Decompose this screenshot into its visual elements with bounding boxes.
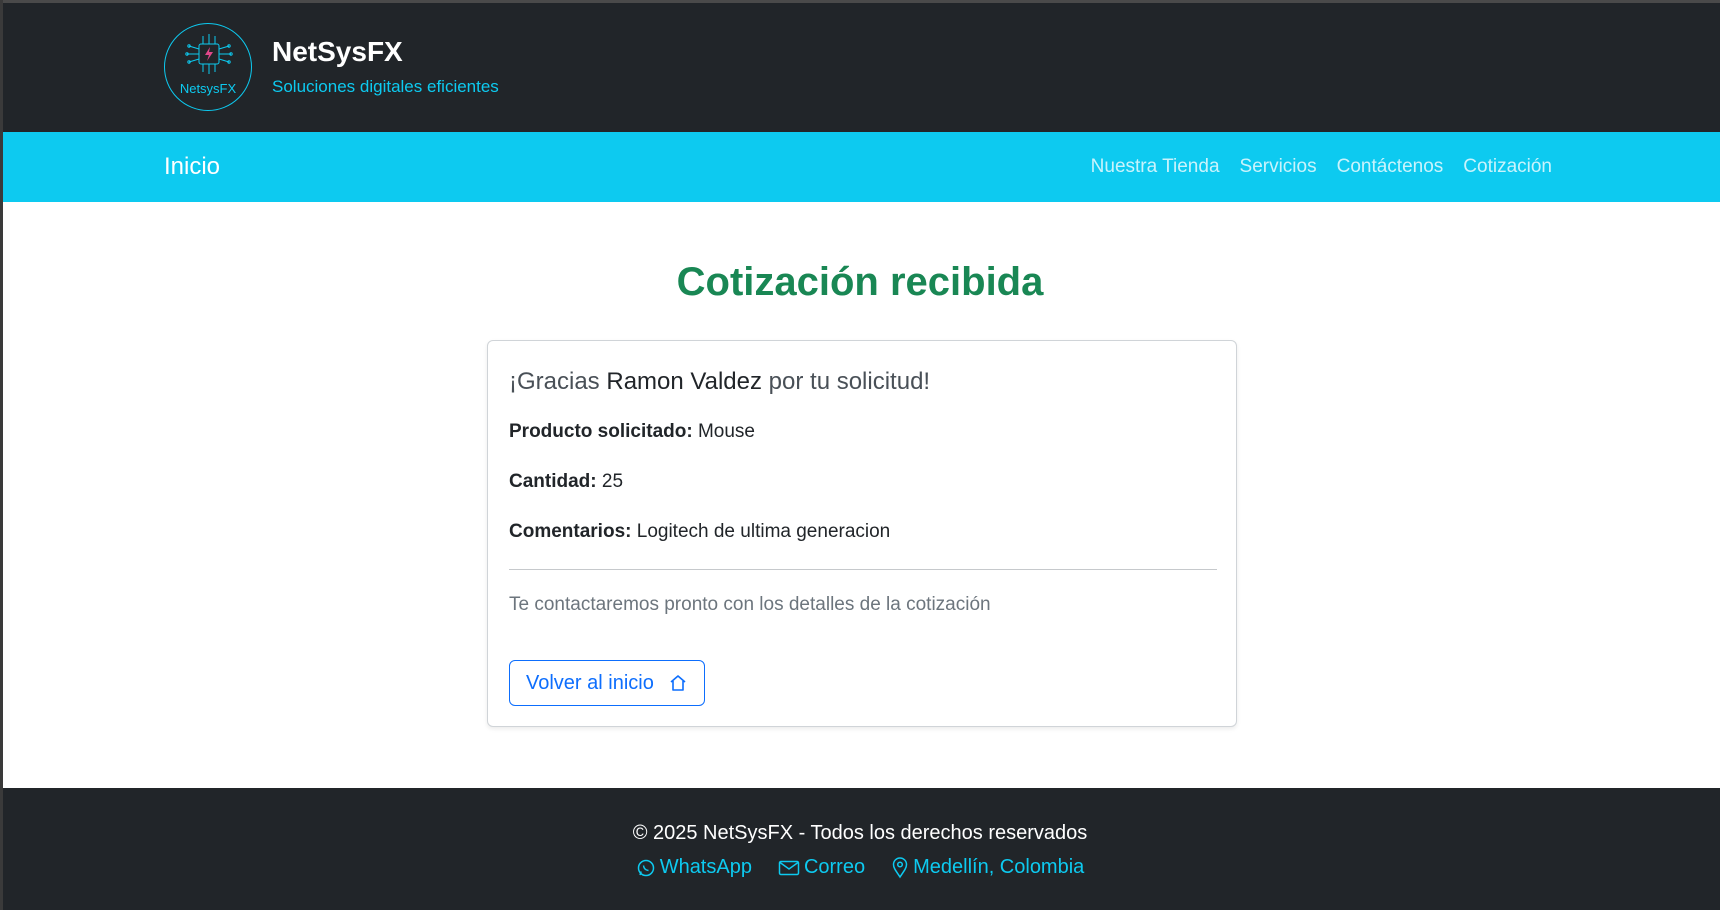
house-icon xyxy=(670,675,686,691)
back-home-label: Volver al inicio xyxy=(526,671,654,694)
comments-value: Logitech de ultima generacion xyxy=(636,521,891,542)
copyright-text: © 2025 NetSysFX - Todos los derechos res… xyxy=(632,822,1088,844)
footer-links: WhatsApp Correo Medellín, Colombia xyxy=(0,856,1720,879)
whatsapp-label: WhatsApp xyxy=(659,856,752,878)
brand-tagline: Soluciones digitales eficientes xyxy=(272,77,499,96)
quantity-value: 25 xyxy=(601,471,624,492)
main-navbar: Inicio Nuestra Tienda Servicios Contácte… xyxy=(0,132,1720,202)
back-home-button[interactable]: Volver al inicio xyxy=(509,660,705,706)
window-frame-left xyxy=(0,0,3,910)
quote-card: ¡Gracias Ramon Valdez por tu solicitud! … xyxy=(487,340,1237,727)
whatsapp-icon xyxy=(637,859,654,876)
whatsapp-link[interactable]: WhatsApp xyxy=(636,856,752,879)
nav-link-cotizacion[interactable]: Cotización xyxy=(1463,156,1552,178)
product-value: Mouse xyxy=(697,421,755,442)
site-footer: © 2025 NetSysFX - Todos los derechos res… xyxy=(0,788,1720,910)
greeting-prefix: ¡Gracias xyxy=(509,368,600,395)
logo-text: NetsysFX xyxy=(179,81,237,96)
nav-link-contactenos[interactable]: Contáctenos xyxy=(1337,156,1444,178)
customer-name: Ramon Valdez xyxy=(606,368,762,395)
email-label: Correo xyxy=(803,856,866,878)
location-link[interactable]: Medellín, Colombia xyxy=(891,856,1084,879)
nav-links: Nuestra Tienda Servicios Contáctenos Cot… xyxy=(1091,156,1552,178)
quantity-label: Cantidad: xyxy=(509,471,597,492)
envelope-icon xyxy=(778,860,800,875)
window-frame-top xyxy=(0,0,1720,3)
nav-link-tienda[interactable]: Nuestra Tienda xyxy=(1091,156,1220,178)
email-link[interactable]: Correo xyxy=(778,856,865,879)
comments-label: Comentarios: xyxy=(509,521,632,542)
contact-note: Te contactaremos pronto con los detalles… xyxy=(509,594,991,615)
product-label: Producto solicitado: xyxy=(509,421,693,442)
product-row: Producto solicitado: Mouse xyxy=(509,421,755,443)
greeting: ¡Gracias Ramon Valdez por tu solicitud! xyxy=(509,368,930,396)
comments-row: Comentarios: Logitech de ultima generaci… xyxy=(509,521,890,543)
location-label: Medellín, Colombia xyxy=(913,856,1085,878)
nav-link-servicios[interactable]: Servicios xyxy=(1240,156,1317,178)
map-pin-icon xyxy=(892,856,908,878)
nav-home-link[interactable]: Inicio xyxy=(164,153,220,181)
card-divider xyxy=(509,569,1217,570)
brand-title: NetSysFX xyxy=(272,36,403,67)
chip-icon xyxy=(185,34,233,74)
page-title: Cotización recibida xyxy=(676,260,1044,304)
site-header: NetsysFX NetSysFX Soluciones digitales e… xyxy=(0,0,1720,132)
greeting-suffix: por tu solicitud! xyxy=(768,368,931,395)
quantity-row: Cantidad: 25 xyxy=(509,471,623,493)
brand-logo: NetsysFX xyxy=(164,23,252,111)
